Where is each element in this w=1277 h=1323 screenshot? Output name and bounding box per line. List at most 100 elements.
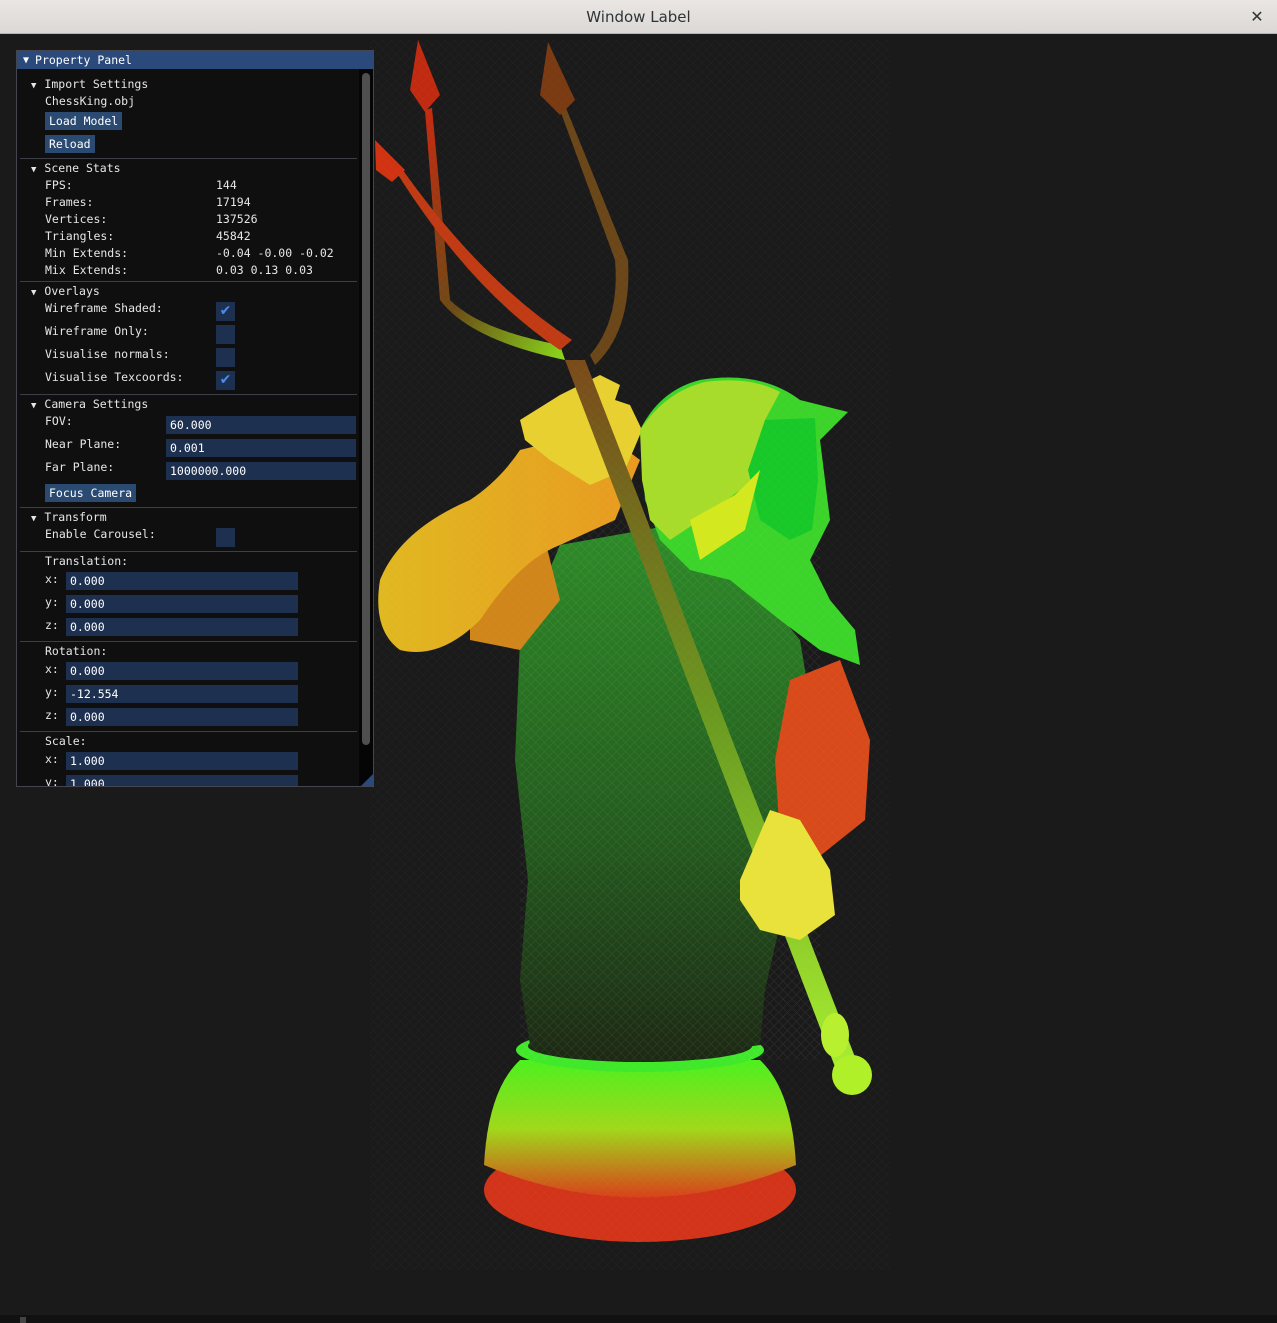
resize-grip-icon[interactable] [361, 774, 373, 786]
separator [20, 731, 357, 732]
scale-label: Scale: [45, 734, 87, 748]
visualise-texcoords-label: Visualise Texcoords: [45, 370, 184, 384]
near-plane-label: Near Plane: [45, 437, 122, 451]
check-icon: ✔ [219, 303, 232, 319]
axis-label: z: [45, 708, 59, 722]
overlays-label: Overlays [44, 284, 100, 298]
separator [20, 281, 357, 282]
import-settings-label: Import Settings [44, 77, 149, 91]
close-icon[interactable]: ✕ [1247, 7, 1267, 27]
rotation-z-input[interactable]: 0.000 [66, 708, 298, 726]
bottom-status-strip [0, 1315, 1277, 1323]
rotation-label: Rotation: [45, 644, 108, 658]
window-title: Window Label [586, 7, 691, 26]
bottom-strip-thumb [20, 1317, 26, 1323]
wireframe-only-checkbox[interactable] [216, 325, 235, 344]
separator [20, 551, 357, 552]
check-icon: ✔ [219, 372, 232, 388]
stat-label: Triangles: [45, 229, 115, 243]
axis-label: y: [45, 685, 59, 699]
stat-value: 144 [216, 178, 237, 192]
scrollbar-thumb[interactable] [362, 73, 370, 745]
visualise-normals-checkbox[interactable] [216, 348, 235, 367]
camera-settings-header[interactable]: ▼ Camera Settings [17, 396, 359, 413]
stat-label: Mix Extends: [45, 263, 129, 277]
axis-label: y: [45, 595, 59, 609]
stat-row: Triangles: 45842 [17, 228, 359, 245]
translation-x-input[interactable]: 0.000 [66, 572, 298, 590]
rotation-x-input[interactable]: 0.000 [66, 662, 298, 680]
overlay-row: Visualise normals: [17, 346, 359, 363]
translation-label: Translation: [45, 554, 129, 568]
window-titlebar: Window Label ✕ [0, 0, 1277, 34]
scale-x-input[interactable]: 1.000 [66, 752, 298, 770]
near-plane-input[interactable]: 0.001 [166, 439, 356, 457]
axis-label: y: [45, 775, 59, 787]
camera-settings-label: Camera Settings [44, 397, 149, 411]
visualise-texcoords-checkbox[interactable]: ✔ [216, 371, 235, 390]
wireframe-shaded-checkbox[interactable]: ✔ [216, 302, 235, 321]
axis-label: x: [45, 752, 59, 766]
rotation-y-input[interactable]: -12.554 [66, 685, 298, 703]
stat-row: Min Extends: -0.04 -0.00 -0.02 [17, 245, 359, 262]
far-plane-label: Far Plane: [45, 460, 115, 474]
stat-row: Frames: 17194 [17, 194, 359, 211]
visualise-normals-label: Visualise normals: [45, 347, 170, 361]
translation-y-input[interactable]: 0.000 [66, 595, 298, 613]
transform-label: Transform [44, 510, 107, 524]
enable-carousel-label: Enable Carousel: [45, 527, 156, 541]
load-model-button[interactable]: Load Model [45, 112, 123, 130]
translation-z-input[interactable]: 0.000 [66, 618, 298, 636]
import-filename: ChessKing.obj [45, 94, 136, 108]
scene-stats-header[interactable]: ▼ Scene Stats [17, 160, 359, 177]
focus-camera-button[interactable]: Focus Camera [45, 484, 137, 502]
wireframe-only-label: Wireframe Only: [45, 324, 149, 338]
tree-arrow-icon: ▼ [31, 81, 37, 91]
axis-label: z: [45, 618, 59, 632]
stat-label: Min Extends: [45, 246, 129, 260]
stat-value: -0.04 -0.00 -0.02 [216, 246, 334, 260]
rotation-heading: Rotation: [17, 643, 359, 660]
fov-label: FOV: [45, 414, 73, 428]
stat-row: Mix Extends: 0.03 0.13 0.03 [17, 262, 359, 279]
tree-arrow-icon: ▼ [31, 514, 37, 524]
collapse-arrow-icon[interactable]: ▼ [23, 55, 29, 66]
stat-label: Vertices: [45, 212, 108, 226]
panel-title: Property Panel [35, 53, 132, 67]
reload-button[interactable]: Reload [45, 135, 95, 153]
transform-header[interactable]: ▼ Transform [17, 509, 359, 526]
fov-input[interactable]: 60.000 [166, 416, 356, 434]
stat-row: Vertices: 137526 [17, 211, 359, 228]
separator [20, 158, 357, 159]
overlay-row: Visualise Texcoords: [17, 369, 359, 386]
wireframe-shaded-label: Wireframe Shaded: [45, 301, 163, 315]
separator [20, 394, 357, 395]
stat-value: 45842 [216, 229, 251, 243]
scale-heading: Scale: [17, 733, 359, 750]
overlay-row: Wireframe Only: [17, 323, 359, 340]
tree-arrow-icon: ▼ [31, 401, 37, 411]
import-filename-row: ChessKing.obj [17, 93, 359, 110]
scale-y-input[interactable]: 1.000 [66, 775, 298, 786]
scene-stats-label: Scene Stats [44, 161, 121, 175]
far-plane-input[interactable]: 1000000.000 [166, 462, 356, 480]
separator [20, 641, 357, 642]
overlays-header[interactable]: ▼ Overlays [17, 283, 359, 300]
panel-scrollbar[interactable] [359, 69, 373, 786]
stat-value: 137526 [216, 212, 258, 226]
stat-label: Frames: [45, 195, 94, 209]
stat-label: FPS: [45, 178, 73, 192]
axis-label: x: [45, 572, 59, 586]
stat-row: FPS: 144 [17, 177, 359, 194]
enable-carousel-checkbox[interactable] [216, 528, 235, 547]
panel-body: ▼ Import Settings ChessKing.obj Load Mode… [17, 69, 359, 786]
translation-heading: Translation: [17, 553, 359, 570]
separator [20, 507, 357, 508]
panel-titlebar[interactable]: ▼ Property Panel [17, 51, 373, 69]
tree-arrow-icon: ▼ [31, 288, 37, 298]
overlay-row: Wireframe Shaded: [17, 300, 359, 317]
axis-label: x: [45, 662, 59, 676]
import-settings-header[interactable]: ▼ Import Settings [17, 76, 359, 93]
stat-value: 17194 [216, 195, 251, 209]
property-panel[interactable]: ▼ Property Panel ▼ Import Settings ChessK… [16, 50, 374, 787]
